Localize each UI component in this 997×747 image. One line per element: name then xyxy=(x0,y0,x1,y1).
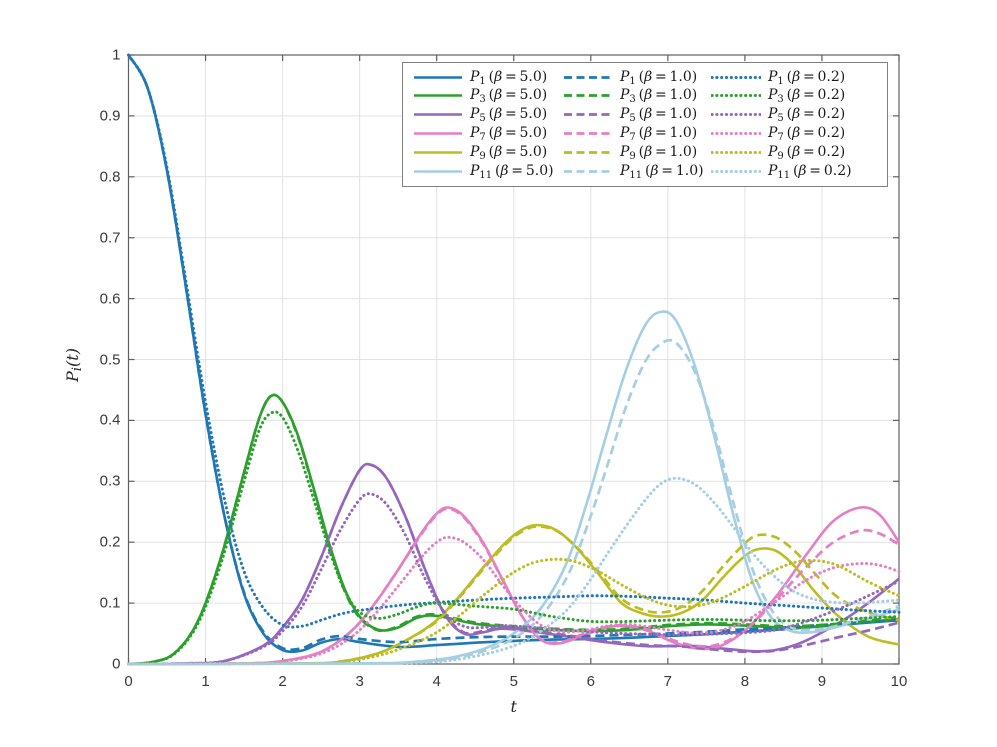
legend-entry-label: P7 (β = 0.2) xyxy=(768,124,846,143)
y-tick-label: 0.3 xyxy=(99,472,121,490)
legend-entry-label: P9 (β = 0.2) xyxy=(768,143,846,162)
legend-entry-label: P11 (β = 5.0) xyxy=(470,162,554,181)
legend-line-sample-solid xyxy=(414,132,462,135)
legend-line-sample-dashed xyxy=(564,169,612,173)
legend-entry-P9-beta0.2: P9 (β = 0.2) xyxy=(711,143,845,162)
y-axis-label-post: (t) xyxy=(63,347,82,367)
legend-line-sample-solid xyxy=(414,113,462,116)
y-tick-label: 0.6 xyxy=(99,290,121,308)
legend-entry-P5-beta1.0: P5 (β = 1.0) xyxy=(563,105,697,124)
y-tick-label: 0.8 xyxy=(99,168,121,186)
y-tick-label: 0.2 xyxy=(99,533,121,551)
legend-entry-P11-beta5.0: P11 (β = 5.0) xyxy=(413,162,554,181)
legend-entry-label: P9 (β = 1.0) xyxy=(620,143,698,162)
legend-entry-P3-beta0.2: P3 (β = 0.2) xyxy=(711,86,845,105)
legend-entry-label: P9 (β = 5.0) xyxy=(470,143,548,162)
legend-entry-P7-beta5.0: P7 (β = 5.0) xyxy=(413,124,547,143)
legend-line-sample-solid xyxy=(414,169,462,173)
x-tick-label: 5 xyxy=(509,673,518,690)
y-tick-label: 0.4 xyxy=(99,411,121,429)
legend-line-sample-dashed xyxy=(564,150,612,154)
legend-entry-P5-beta0.2: P5 (β = 0.2) xyxy=(711,105,845,124)
legend-entry-P3-beta1.0: P3 (β = 1.0) xyxy=(563,86,697,105)
legend-entry-P1-beta1.0: P1 (β = 1.0) xyxy=(563,68,697,87)
legend-line-sample-dotted xyxy=(711,150,761,154)
y-tick-label: 0.1 xyxy=(99,594,121,612)
legend-line-sample-dashed xyxy=(564,75,612,79)
legend-entry-label: P1 (β = 1.0) xyxy=(620,68,698,87)
figure-canvas: 0 1 2 3 4 5 6 7 8 9 10 0 0.1 0.2 0.3 0.4 0.5 0.6 0.7 0.8 0.9… xyxy=(0,0,997,747)
x-axis-label: t xyxy=(510,697,517,716)
legend-entry-P7-beta0.2: P7 (β = 0.2) xyxy=(711,124,845,143)
legend-entry-P9-beta5.0: P9 (β = 5.0) xyxy=(413,143,547,162)
x-tick-label: 2 xyxy=(278,673,287,690)
legend-line-sample-dashed xyxy=(564,113,612,116)
y-tick-label: 0.9 xyxy=(99,107,121,125)
legend-entry-label: P5 (β = 0.2) xyxy=(768,106,846,125)
x-tick-label: 8 xyxy=(740,673,750,690)
x-tick-label: 10 xyxy=(890,673,908,690)
x-tick-label: 1 xyxy=(201,673,210,690)
legend-entry-P7-beta1.0: P7 (β = 1.0) xyxy=(563,124,697,143)
legend-entry-P9-beta1.0: P9 (β = 1.0) xyxy=(563,143,697,162)
legend-entry-label: P3 (β = 1.0) xyxy=(620,87,698,106)
x-tick-label: 6 xyxy=(586,673,595,690)
legend-entry-label: P7 (β = 5.0) xyxy=(470,124,548,143)
y-tick-label: 0.7 xyxy=(99,229,121,247)
y-axis-label-sub: i xyxy=(70,366,85,371)
legend-entry-P1-beta5.0: P1 (β = 5.0) xyxy=(413,68,547,87)
legend-entry-label: P5 (β = 5.0) xyxy=(470,106,548,125)
legend-entry-P11-beta0.2: P11 (β = 0.2) xyxy=(711,162,852,181)
legend-entry-P5-beta5.0: P5 (β = 5.0) xyxy=(413,105,547,124)
legend-line-sample-dotted xyxy=(711,169,761,173)
legend-entry-label: P7 (β = 1.0) xyxy=(620,124,698,143)
legend-entry-label: P3 (β = 5.0) xyxy=(470,87,548,106)
y-axis-label-var: P xyxy=(63,370,82,382)
y-tick-label: 1 xyxy=(112,46,121,64)
legend-line-sample-dashed xyxy=(564,132,612,135)
y-tick-label: 0 xyxy=(112,655,121,673)
legend-line-sample-solid xyxy=(414,94,462,98)
x-tick-label: 9 xyxy=(817,673,827,690)
y-axis-label: Pi(t) xyxy=(63,348,85,382)
x-tick-label: 7 xyxy=(663,673,673,690)
legend-entry-label: P11 (β = 1.0) xyxy=(620,162,704,181)
legend-entry-label: P11 (β = 0.2) xyxy=(768,162,852,181)
legend-line-sample-dotted xyxy=(711,75,761,79)
legend-entry-P3-beta5.0: P3 (β = 5.0) xyxy=(413,86,547,105)
legend-line-sample-dotted xyxy=(711,94,761,98)
x-tick-label: 3 xyxy=(355,673,364,690)
legend-line-sample-dashed xyxy=(564,94,612,98)
legend-entry-P11-beta1.0: P11 (β = 1.0) xyxy=(563,162,704,181)
legend-line-sample-solid xyxy=(414,150,462,154)
legend-entry-label: P5 (β = 1.0) xyxy=(620,106,698,125)
x-tick-label: 4 xyxy=(432,673,441,690)
legend: P1 (β = 5.0) P3 (β = 5.0) P5 (β = 5.0) P7 (… xyxy=(402,62,888,187)
legend-line-sample-solid xyxy=(414,75,462,79)
legend-entry-label: P3 (β = 0.2) xyxy=(768,87,846,106)
x-tick-label: 0 xyxy=(124,673,133,690)
legend-line-sample-dotted xyxy=(711,113,761,117)
legend-entry-P1-beta0.2: P1 (β = 0.2) xyxy=(711,68,845,87)
legend-line-sample-dotted xyxy=(711,131,761,135)
legend-entry-label: P1 (β = 0.2) xyxy=(768,68,846,87)
legend-entry-label: P1 (β = 5.0) xyxy=(470,68,548,87)
